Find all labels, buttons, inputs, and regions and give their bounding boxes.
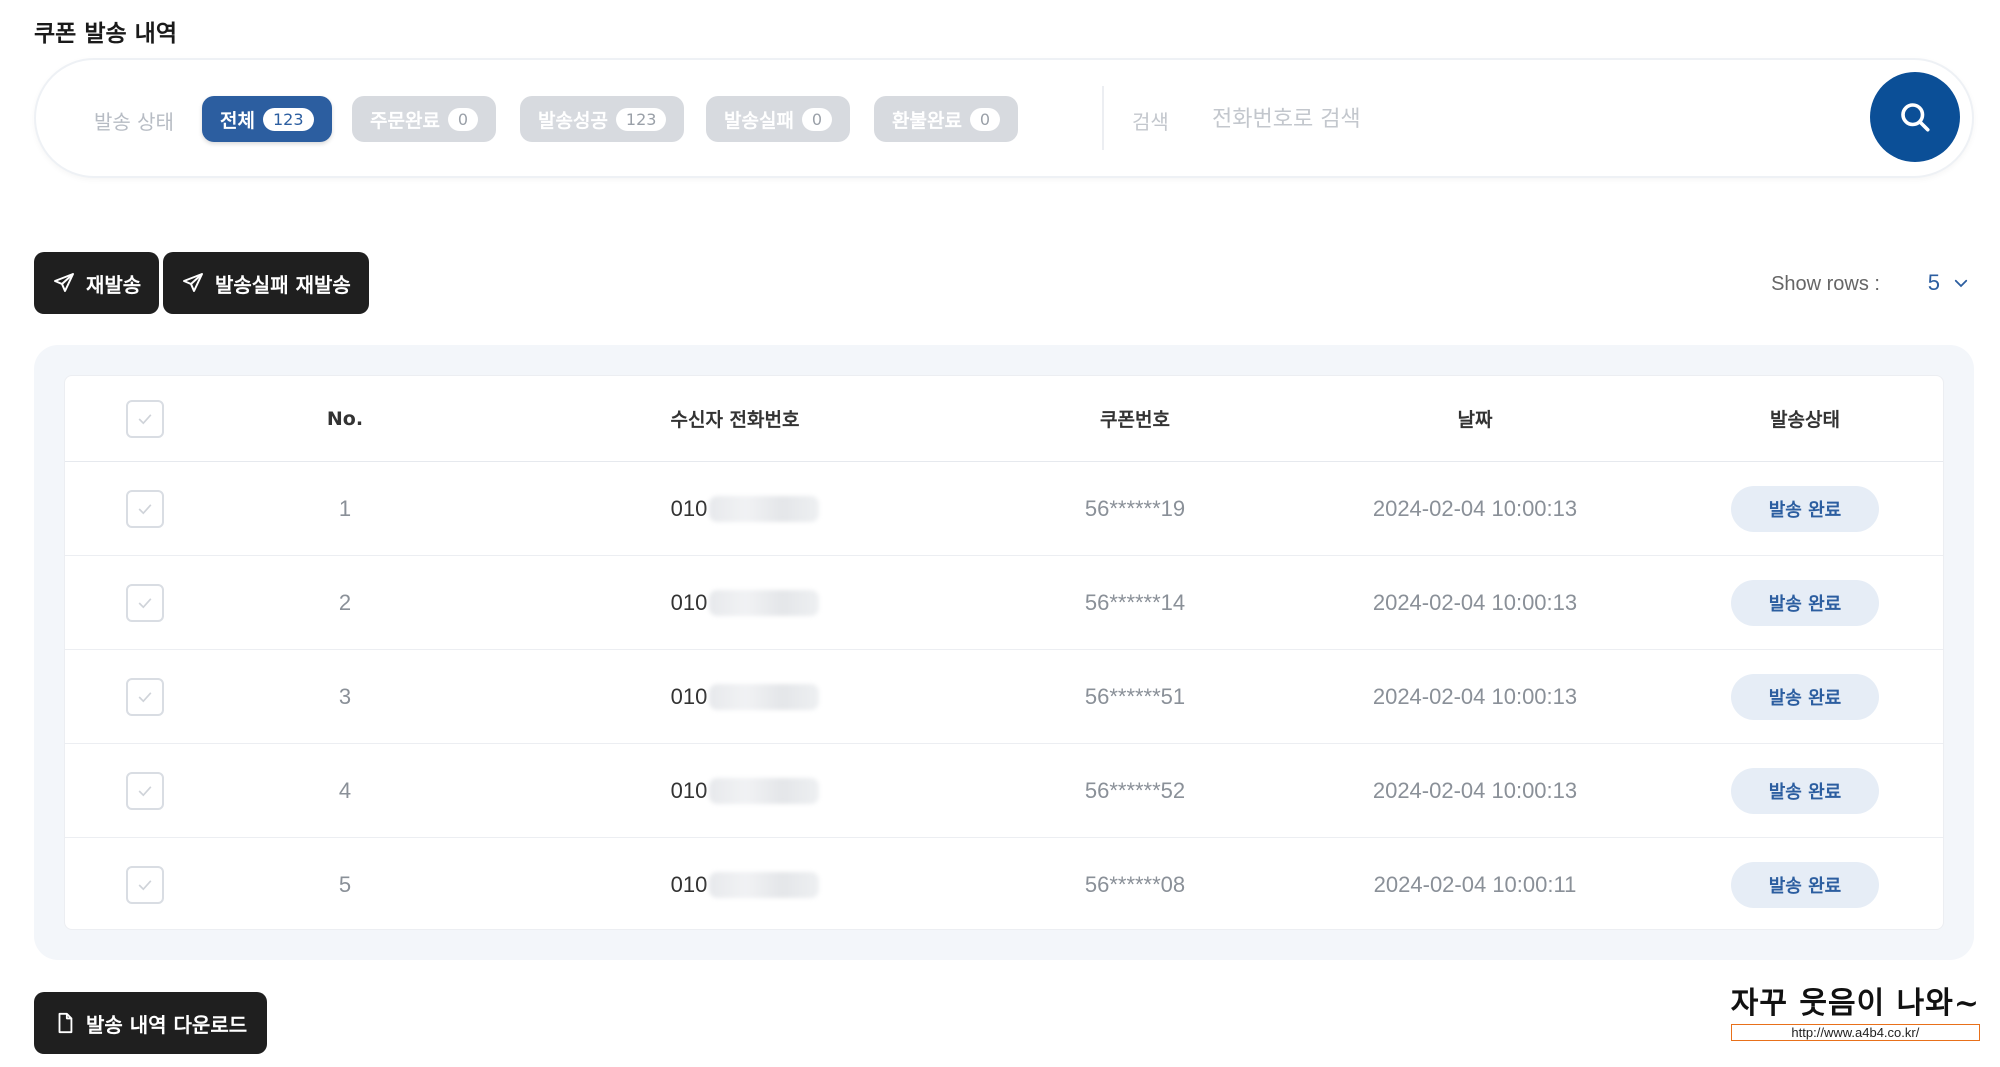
cell-coupon: 56******14 [1084, 589, 1186, 615]
resend-button[interactable]: 재발송 [34, 252, 160, 314]
status-badge: 발송 완료 [1731, 485, 1879, 532]
check-icon [138, 503, 152, 514]
header-no: No. [326, 407, 364, 430]
coupon-table: No. 수신자 전화번호 쿠폰번호 날짜 발송상태 1 010 56******… [64, 375, 1944, 930]
chip-order-complete[interactable]: 주문완료 0 [352, 96, 497, 142]
chip-all[interactable]: 전체 123 [202, 96, 332, 142]
status-badge: 발송 완료 [1731, 767, 1879, 814]
table-row: 4 010 56******52 2024-02-04 10:00:13 발송 … [65, 744, 1943, 838]
filter-bar: 발송 상태 전체 123 주문완료 0 발송성공 123 발송실패 0 환불완료… [34, 58, 1974, 178]
send-icon [183, 273, 203, 292]
cell-date: 2024-02-04 10:00:13 [1372, 683, 1578, 709]
watermark-url: http://www.a4b4.co.kr/ [1730, 1024, 1980, 1041]
watermark-title: 자꾸 웃음이 나와~ [1730, 986, 1980, 1021]
header-coupon: 쿠폰번호 [1100, 409, 1170, 431]
cell-phone: 010 [575, 838, 915, 932]
status-badge: 발송 완료 [1731, 673, 1879, 720]
rows-per-page-select[interactable]: 5 [1928, 270, 1970, 296]
cell-no: 4 [338, 777, 352, 803]
cell-date: 2024-02-04 10:00:13 [1372, 589, 1578, 615]
header-status: 발송상태 [1770, 409, 1840, 431]
header-phone: 수신자 전화번호 [670, 409, 800, 431]
check-icon [138, 785, 152, 796]
chip-label: 환불완료 [892, 109, 962, 132]
cell-coupon: 56******08 [1084, 872, 1186, 897]
table-row: 5 010 56******08 2024-02-04 10:00:11 발송 … [65, 838, 1943, 932]
watermark: 자꾸 웃음이 나와~ http://www.a4b4.co.kr/ [1730, 978, 1980, 1041]
cell-no: 2 [338, 589, 352, 615]
send-icon [54, 273, 74, 292]
masked-phone [709, 589, 820, 616]
chip-label: 발송성공 [538, 109, 608, 132]
cell-coupon: 56******51 [1084, 683, 1186, 709]
masked-phone [709, 872, 820, 898]
cell-phone: 010 [575, 556, 915, 649]
rows-value: 5 [1927, 270, 1940, 295]
row-checkbox[interactable] [126, 771, 164, 810]
filter-divider [1102, 86, 1104, 150]
row-checkbox[interactable] [126, 489, 164, 528]
table-header: No. 수신자 전화번호 쿠폰번호 날짜 발송상태 [65, 376, 1943, 462]
select-all-checkbox[interactable] [126, 399, 164, 438]
row-checkbox[interactable] [126, 866, 164, 904]
masked-phone [709, 777, 820, 804]
chip-send-success[interactable]: 발송성공 123 [520, 96, 685, 142]
chip-count: 0 [969, 107, 1001, 131]
cell-no: 3 [338, 683, 352, 709]
header-date: 날짜 [1457, 409, 1493, 431]
cell-no: 1 [338, 495, 352, 521]
check-icon [138, 413, 152, 424]
cell-date: 2024-02-04 10:00:13 [1372, 495, 1578, 521]
chip-label: 전체 [220, 109, 255, 132]
download-history-button[interactable]: 발송 내역 다운로드 [34, 992, 268, 1054]
chip-count: 0 [447, 107, 479, 131]
masked-phone [709, 683, 820, 710]
chip-count: 0 [801, 107, 833, 131]
resend-failed-label: 발송실패 재발송 [215, 272, 351, 297]
phone-prefix: 010 [670, 872, 708, 897]
chip-label: 발송실패 [724, 109, 794, 132]
phone-prefix: 010 [670, 777, 708, 803]
search-icon [1901, 103, 1930, 132]
search-label: 검색 [1132, 110, 1169, 134]
search-input[interactable] [1212, 96, 1812, 142]
document-icon [58, 1012, 73, 1034]
table-row: 2 010 56******14 2024-02-04 10:00:13 발송 … [65, 556, 1943, 650]
chip-count: 123 [262, 107, 314, 131]
status-badge: 발송 완료 [1731, 579, 1879, 626]
cell-phone: 010 [575, 462, 915, 555]
table-row: 1 010 56******19 2024-02-04 10:00:13 발송 … [65, 462, 1943, 556]
status-badge: 발송 완료 [1731, 862, 1879, 908]
check-icon [138, 880, 152, 891]
chevron-down-icon [1954, 279, 1968, 288]
status-filter-label: 발송 상태 [94, 110, 174, 134]
masked-phone [709, 495, 820, 522]
page-title: 쿠폰 발송 내역 [34, 21, 177, 47]
phone-prefix: 010 [670, 495, 708, 521]
phone-prefix: 010 [670, 589, 708, 615]
check-icon [138, 597, 152, 608]
resend-failed-button[interactable]: 발송실패 재발송 [163, 252, 369, 314]
search-button[interactable] [1870, 72, 1960, 162]
chip-count: 123 [615, 107, 667, 131]
cell-coupon: 56******19 [1084, 495, 1186, 521]
chip-send-failed[interactable]: 발송실패 0 [706, 96, 851, 142]
download-label: 발송 내역 다운로드 [86, 1012, 248, 1037]
row-checkbox[interactable] [126, 677, 164, 716]
cell-no: 5 [338, 872, 352, 897]
cell-coupon: 56******52 [1084, 777, 1186, 803]
cell-phone: 010 [575, 744, 915, 837]
chip-label: 주문완료 [370, 109, 440, 132]
chip-refund-complete[interactable]: 환불완료 0 [874, 96, 1019, 142]
table-container: No. 수신자 전화번호 쿠폰번호 날짜 발송상태 1 010 56******… [34, 345, 1974, 960]
check-icon [138, 691, 152, 702]
phone-prefix: 010 [670, 683, 708, 709]
cell-date: 2024-02-04 10:00:13 [1372, 777, 1578, 803]
cell-date: 2024-02-04 10:00:11 [1373, 872, 1577, 897]
show-rows-label: Show rows : [1771, 273, 1880, 295]
row-checkbox[interactable] [126, 583, 164, 622]
table-row: 3 010 56******51 2024-02-04 10:00:13 발송 … [65, 650, 1943, 744]
resend-label: 재발송 [86, 272, 142, 297]
cell-phone: 010 [575, 650, 915, 743]
